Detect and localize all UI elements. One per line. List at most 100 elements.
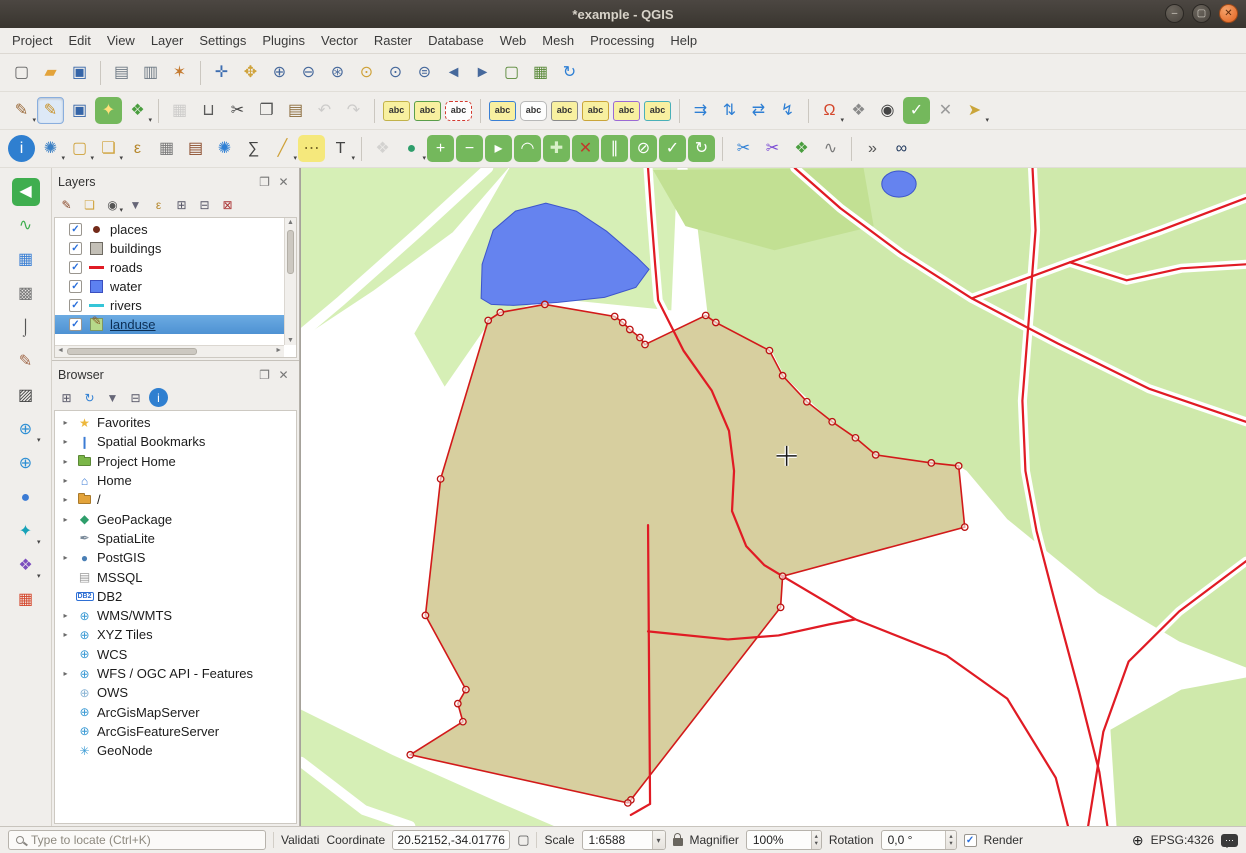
change-label-properties-tool[interactable]: abc bbox=[644, 101, 671, 121]
layer-checkbox-roads[interactable]: ✓ bbox=[69, 261, 82, 274]
delete-selected-button[interactable]: ⊔ bbox=[195, 97, 222, 124]
vertex-tool[interactable]: ❖▾ bbox=[124, 97, 151, 124]
refresh-browser-button[interactable]: ↻ bbox=[80, 388, 99, 407]
zoom-next-tool[interactable]: ► bbox=[469, 59, 496, 86]
new-print-layout-button[interactable]: ▤ bbox=[108, 59, 135, 86]
multiedit-attributes-tool[interactable]: ▦ bbox=[166, 97, 193, 124]
add-polygon-feature-tool[interactable]: ✦ bbox=[95, 97, 122, 124]
split-lines-tool[interactable]: ✂ bbox=[759, 135, 786, 162]
vertex-marker[interactable] bbox=[637, 334, 643, 340]
processing-toolbox-button[interactable]: ✺ bbox=[211, 135, 238, 162]
browser-item-project-home[interactable]: ▸Project Home bbox=[55, 452, 296, 471]
current-edits-menu-dropdown[interactable]: ▾ bbox=[32, 117, 36, 124]
vertex-marker[interactable] bbox=[625, 800, 631, 806]
toggle-editing-button[interactable]: ✎ bbox=[37, 97, 64, 124]
pan-to-selection-tool[interactable]: ✥ bbox=[237, 59, 264, 86]
show-layout-manager-button[interactable]: ▥ bbox=[137, 59, 164, 86]
lock-scale-icon[interactable] bbox=[673, 838, 683, 846]
diagram-history-button[interactable]: ⇅ bbox=[716, 97, 743, 124]
vertex-marker[interactable] bbox=[542, 301, 548, 307]
menu-raster[interactable]: Raster bbox=[366, 30, 420, 51]
diagram-options-button[interactable]: ⇉ bbox=[687, 97, 714, 124]
feature-selection-pointer-tool-dropdown[interactable]: ▾ bbox=[985, 117, 989, 124]
copy-features-button[interactable]: ❐ bbox=[253, 97, 280, 124]
browser-item-arcgisfeatureserver[interactable]: ⊕ArcGisFeatureServer bbox=[55, 722, 296, 741]
browser-item-home[interactable]: ▸⌂Home bbox=[55, 471, 296, 490]
expand-arrow[interactable]: ▸ bbox=[59, 630, 72, 639]
clear-edits-button[interactable]: ✕ bbox=[932, 97, 959, 124]
select-features-tool-dropdown[interactable]: ▾ bbox=[90, 155, 94, 162]
deselect-features-button-dropdown[interactable]: ▾ bbox=[119, 155, 123, 162]
osm-place-search-button[interactable]: ∞ bbox=[888, 135, 915, 162]
filter-browser-button[interactable]: ▼ bbox=[103, 388, 122, 407]
vertex-marker[interactable] bbox=[437, 476, 443, 482]
plugin-diamond-tools-button-dropdown[interactable]: ▾ bbox=[37, 573, 41, 580]
expand-arrow[interactable]: ▸ bbox=[59, 437, 72, 446]
delete-part-tool[interactable]: ✕ bbox=[572, 135, 599, 162]
text-annotation-tool-dropdown[interactable]: ▾ bbox=[351, 155, 355, 162]
shape-digitize-circle-tool[interactable]: + bbox=[427, 135, 454, 162]
browser-item-spatialite[interactable]: ✒SpatiaLite bbox=[55, 529, 296, 548]
render-checkbox[interactable]: ✓ bbox=[964, 834, 977, 847]
scroll-up-arrow[interactable]: ▲ bbox=[285, 219, 296, 226]
advanced-digitizing-button[interactable]: ❖ bbox=[845, 97, 872, 124]
plugin-globe-button[interactable]: ⊕ bbox=[12, 450, 40, 478]
vertex-marker[interactable] bbox=[407, 752, 413, 758]
expand-arrow[interactable]: ▸ bbox=[59, 669, 72, 678]
measure-tool[interactable]: ╱▾ bbox=[269, 135, 296, 162]
plugin-diamond-tools-button[interactable]: ❖▾ bbox=[12, 552, 40, 580]
new-geopackage-layer-button[interactable]: ●▾ bbox=[398, 135, 425, 162]
layer-row-rivers[interactable]: ✓rivers bbox=[55, 296, 296, 315]
expand-all-button[interactable]: ⊞ bbox=[172, 195, 191, 214]
collapse-browser-button[interactable]: ⊟ bbox=[126, 388, 145, 407]
pan-map-tool[interactable]: ✛ bbox=[208, 59, 235, 86]
vertex-marker[interactable] bbox=[829, 419, 835, 425]
save-project-button[interactable]: ▣ bbox=[66, 59, 93, 86]
run-feature-action-button[interactable]: ✺▾ bbox=[37, 135, 64, 162]
add-selected-layers-button[interactable]: ⊞ bbox=[57, 388, 76, 407]
menu-mesh[interactable]: Mesh bbox=[534, 30, 582, 51]
browser-item-root[interactable]: ▸/ bbox=[55, 490, 296, 509]
vertex-tool-dropdown[interactable]: ▾ bbox=[148, 117, 152, 124]
plugin-globe-tools-button-dropdown[interactable]: ▾ bbox=[37, 437, 41, 444]
new-map-view-button[interactable]: ▢ bbox=[498, 59, 525, 86]
zoom-native-resolution-tool[interactable]: ⊜ bbox=[411, 59, 438, 86]
vertex-marker[interactable] bbox=[485, 317, 491, 323]
refresh-map-button[interactable]: ↻ bbox=[556, 59, 583, 86]
menu-view[interactable]: View bbox=[99, 30, 143, 51]
add-group-button[interactable]: ❏ bbox=[80, 195, 99, 214]
vertex-marker[interactable] bbox=[497, 309, 503, 315]
crs-icon[interactable]: ⊕ bbox=[1132, 832, 1144, 849]
vertex-marker[interactable] bbox=[955, 463, 961, 469]
expand-arrow[interactable]: ▸ bbox=[59, 553, 72, 562]
filter-legend-expression-button[interactable]: ε bbox=[149, 195, 168, 214]
field-calculator-button[interactable]: ▤ bbox=[182, 135, 209, 162]
fill-ring-tool[interactable]: ◠ bbox=[514, 135, 541, 162]
scroll-right-arrow[interactable]: ► bbox=[275, 347, 282, 354]
manage-map-themes-button-dropdown[interactable]: ▾ bbox=[119, 207, 123, 214]
open-layer-styling-button[interactable]: ✎ bbox=[57, 195, 76, 214]
split-features-tool[interactable]: ⊘ bbox=[630, 135, 657, 162]
map-canvas[interactable] bbox=[300, 168, 1246, 826]
plugin-grid-edit-button[interactable]: ▩ bbox=[12, 280, 40, 308]
browser-item-arcgismapserver[interactable]: ⊕ArcGisMapServer bbox=[55, 702, 296, 721]
pin-labels-tool[interactable]: abc bbox=[489, 101, 516, 121]
shape-digitize-ellipse-tool[interactable]: − bbox=[456, 135, 483, 162]
add-part-tool[interactable]: ✚ bbox=[543, 135, 570, 162]
plugin-star-tools-button[interactable]: ✦▾ bbox=[12, 518, 40, 546]
menu-edit[interactable]: Edit bbox=[60, 30, 98, 51]
plugin-hook-button[interactable]: ⌡ bbox=[12, 314, 40, 342]
save-layer-edits-button[interactable]: ▣ bbox=[66, 97, 93, 124]
browser-panel-close-button[interactable]: ✕ bbox=[274, 365, 293, 384]
plugin-colors-button[interactable]: ▦ bbox=[12, 586, 40, 614]
scrollbar-thumb[interactable] bbox=[67, 348, 197, 355]
plugin-sphere-button[interactable]: ● bbox=[12, 484, 40, 512]
browser-item-wcs[interactable]: ⊕WCS bbox=[55, 645, 296, 664]
zoom-out-tool[interactable]: ⊖ bbox=[295, 59, 322, 86]
new-geopackage-layer-button-dropdown[interactable]: ▾ bbox=[422, 155, 426, 162]
zoom-to-layer-tool[interactable]: ⊙ bbox=[382, 59, 409, 86]
magnifier-spin-buttons[interactable]: ▴▾ bbox=[811, 831, 821, 849]
menu-plugins[interactable]: Plugins bbox=[254, 30, 313, 51]
network-analysis-button[interactable]: ⇄ bbox=[745, 97, 772, 124]
zoom-last-tool[interactable]: ◄ bbox=[440, 59, 467, 86]
